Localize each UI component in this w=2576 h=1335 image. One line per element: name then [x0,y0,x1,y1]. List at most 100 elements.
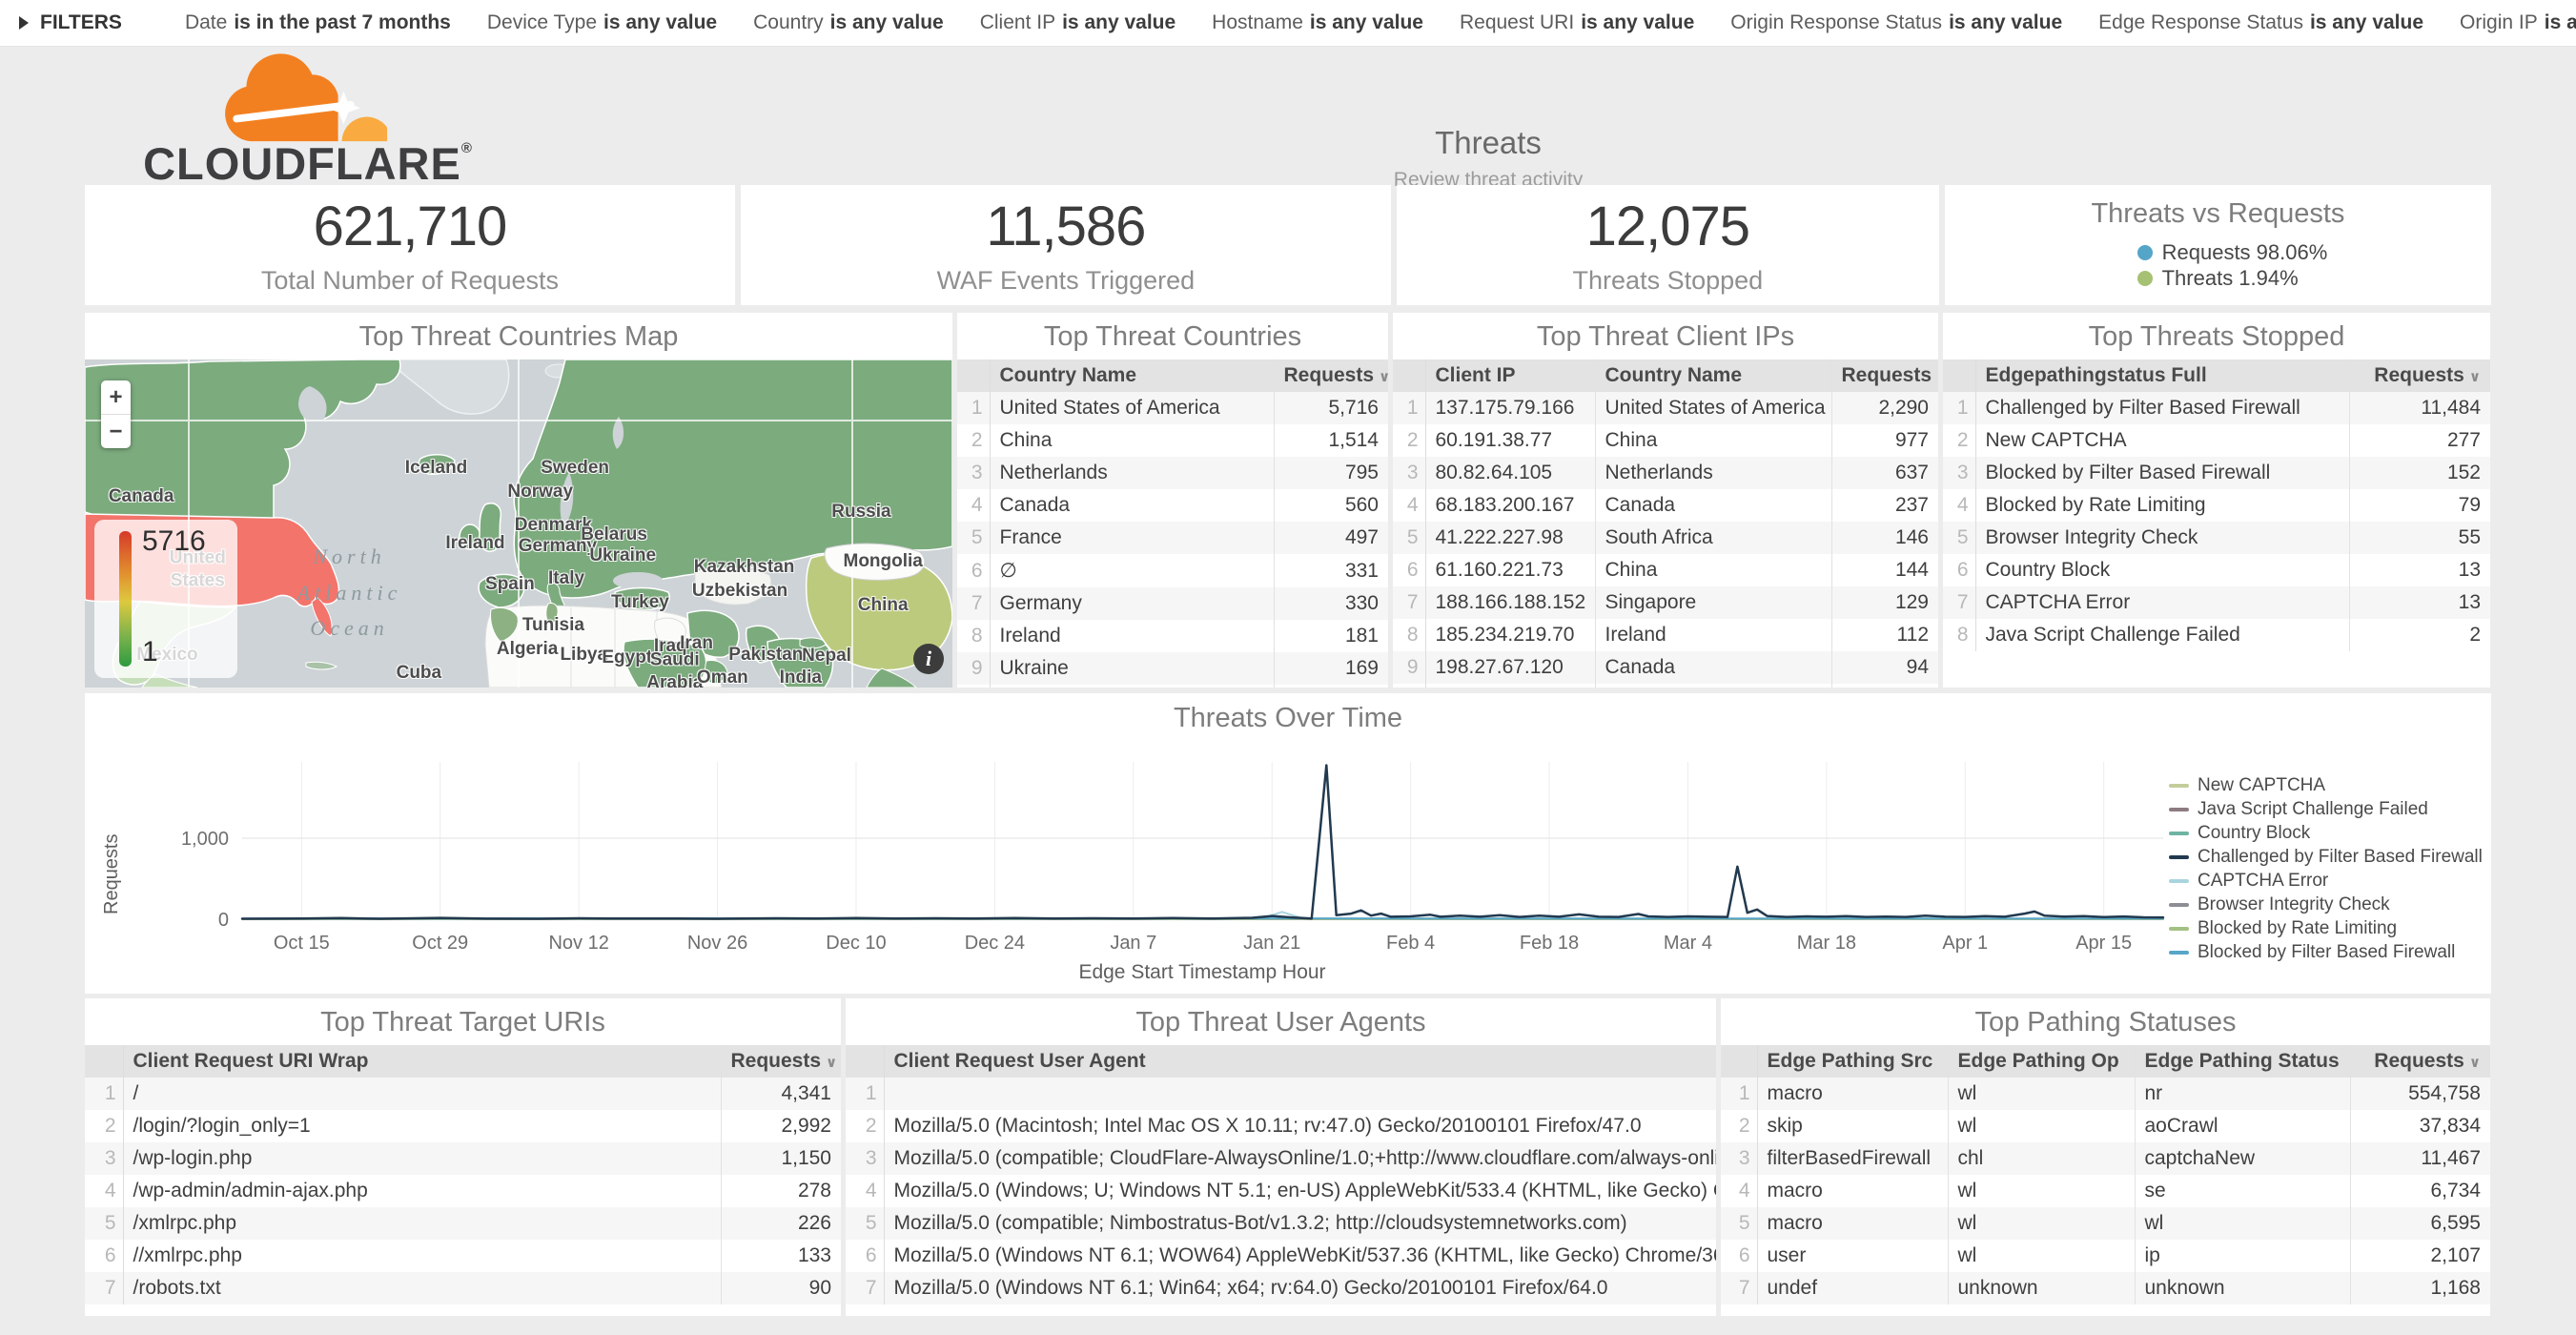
legend-item[interactable]: CAPTCHA Error [2169,869,2483,893]
legend-item-threats[interactable]: Threats 1.94% [2137,265,2328,291]
table-row[interactable]: 2/login/?login_only=12,992 [85,1110,841,1142]
filter-value: is any value [1310,11,1423,33]
column-header-edge-pathing-src[interactable]: Edge Pathing Src [1757,1045,1948,1078]
table-row[interactable]: 1061.160.247.127China88 [1393,684,1938,688]
filter-chip-device-type[interactable]: Device Typeis any value [487,11,717,34]
zoom-out-button[interactable]: − [101,415,131,448]
table-row[interactable]: 10Singapore158 [957,685,1388,688]
zoom-in-button[interactable]: + [101,380,131,415]
table-row[interactable]: 5macrowlwl6,595 [1721,1207,2490,1240]
table-row[interactable]: 468.183.200.167Canada237 [1393,489,1938,522]
table-row[interactable]: 1macrowlnr554,758 [1721,1078,2490,1110]
table-row[interactable]: 1/4,341 [85,1078,841,1110]
table-row[interactable]: 7188.166.188.152Singapore129 [1393,586,1938,619]
legend-item[interactable]: Browser Integrity Check [2169,893,2483,916]
table-row[interactable]: 4Mozilla/5.0 (Windows; U; Windows NT 5.1… [846,1175,1716,1207]
column-header-requests[interactable]: Requests∨ [1274,359,1388,392]
table-row[interactable]: 6//xmlrpc.php133 [85,1240,841,1272]
table-row[interactable]: 3Mozilla/5.0 (compatible; CloudFlare-Alw… [846,1142,1716,1175]
table-row[interactable]: 1Challenged by Filter Based Firewall11,4… [1943,392,2490,424]
table-row[interactable]: 2New CAPTCHA277 [1943,424,2490,457]
column-header-client-ip[interactable]: Client IP [1425,359,1595,392]
filter-chip-origin-ip[interactable]: Origin IPis any value [2460,11,2576,34]
table-row[interactable]: 8Java Script Challenge Failed2 [1943,619,2490,651]
legend-item[interactable]: Blocked by Rate Limiting [2169,916,2483,940]
filter-label: Client IP [980,11,1055,33]
filter-chip-request-uri[interactable]: Request URIis any value [1460,11,1694,34]
legend-item[interactable]: New CAPTCHA [2169,773,2483,797]
table-row[interactable]: 4macrowlse6,734 [1721,1175,2490,1207]
threats-over-time-card: Threats Over Time 01,000Oct 15Oct 29Nov … [85,693,2491,994]
table-row[interactable]: 7Mozilla/5.0 (Windows NT 6.1; Win64; x64… [846,1272,1716,1304]
filter-chip-country[interactable]: Countryis any value [753,11,944,34]
legend-item[interactable]: Java Script Challenge Failed [2169,797,2483,821]
table-row[interactable]: 6Mozilla/5.0 (Windows NT 6.1; WOW64) App… [846,1240,1716,1272]
table-row[interactable]: 8185.234.219.70Ireland112 [1393,619,1938,651]
filter-chip-hostname[interactable]: Hostnameis any value [1212,11,1423,34]
table-row[interactable]: 2China1,514 [957,424,1388,457]
map-info-button[interactable]: i [913,644,944,674]
table-row[interactable]: 6Country Block13 [1943,554,2490,586]
map-label: Uzbekistan [692,581,787,602]
table-row[interactable]: 4/wp-admin/admin-ajax.php278 [85,1175,841,1207]
filter-chip-client-ip[interactable]: Client IPis any value [980,11,1176,34]
table-row[interactable]: 5/xmlrpc.php226 [85,1207,841,1240]
table-row[interactable]: 661.160.221.73China144 [1393,554,1938,586]
column-header-uri[interactable]: Client Request URI Wrap [123,1045,721,1078]
table-row[interactable]: 1United States of America5,716 [957,392,1388,424]
table-row[interactable]: 8Ireland181 [957,620,1388,652]
column-header-edgepathingstatus[interactable]: Edgepathingstatus Full [1975,359,2349,392]
table-row[interactable]: 7/robots.txt90 [85,1272,841,1304]
filter-chip-date[interactable]: Dateis in the past 7 months [185,11,451,34]
legend-label: Threats 1.94% [2162,265,2299,291]
legend-item-requests[interactable]: Requests 98.06% [2137,239,2328,265]
legend-label: Requests 98.06% [2162,239,2328,265]
table-row[interactable]: 541.222.227.98South Africa146 [1393,522,1938,554]
table-row[interactable]: 1 [846,1078,1716,1110]
legend-item[interactable]: Country Block [2169,821,2483,845]
column-header-edge-pathing-op[interactable]: Edge Pathing Op [1948,1045,2135,1078]
svg-text:Feb 18: Feb 18 [1520,933,1579,954]
table-row[interactable]: 7undefunknownunknown1,168 [1721,1272,2490,1304]
threats-over-time-chart[interactable]: 01,000Oct 15Oct 29Nov 12Nov 26Dec 10Dec … [85,693,2490,994]
table-row[interactable]: 5Browser Integrity Check55 [1943,522,2490,554]
column-header-edge-pathing-status[interactable]: Edge Pathing Status [2135,1045,2350,1078]
map-label: Algeria [497,639,558,660]
table-row[interactable]: 7Germany330 [957,587,1388,620]
table-row[interactable]: 3filterBasedFirewallchlcaptchaNew11,467 [1721,1142,2490,1175]
filter-chip-origin-response-status[interactable]: Origin Response Statusis any value [1730,11,2062,34]
table-row[interactable]: 5Mozilla/5.0 (compatible; Nimbostratus-B… [846,1207,1716,1240]
table-row[interactable]: 1137.175.79.166United States of America2… [1393,392,1938,424]
column-header-requests[interactable]: Requests∨ [2350,1045,2490,1078]
world-map[interactable]: Canada United States Mexico Cuba Iceland… [85,359,952,688]
table-row[interactable]: 3Netherlands795 [957,457,1388,489]
table-row[interactable]: 5France497 [957,522,1388,554]
table-row[interactable]: 260.191.38.77China977 [1393,424,1938,457]
column-header-requests[interactable]: Requests∨ [2349,359,2490,392]
table-row[interactable]: 9198.27.67.120Canada94 [1393,651,1938,684]
column-header-requests[interactable]: Requests∨ [721,1045,841,1078]
column-header-country-name[interactable]: Country Name [1595,359,1831,392]
legend-label: Challenged by Filter Based Firewall [2198,847,2483,868]
table-row[interactable]: 9Ukraine169 [957,652,1388,685]
column-header-country-name[interactable]: Country Name [990,359,1274,392]
table-row[interactable]: 3/wp-login.php1,150 [85,1142,841,1175]
filter-chip-edge-response-status[interactable]: Edge Response Statusis any value [2098,11,2423,34]
table-row[interactable]: 7CAPTCHA Error13 [1943,586,2490,619]
column-header-user-agent[interactable]: Client Request User Agent [884,1045,1716,1078]
legend-max-value: 5716 [142,525,206,558]
table-row[interactable]: 2skipwlaoCrawl37,834 [1721,1110,2490,1142]
filters-toggle[interactable]: FILTERS [19,11,122,34]
table-row[interactable]: 4Blocked by Rate Limiting79 [1943,489,2490,522]
table-row[interactable]: 380.82.64.105Netherlands637 [1393,457,1938,489]
table-row[interactable]: 6userwlip2,107 [1721,1240,2490,1272]
legend-item[interactable]: Blocked by Filter Based Firewall [2169,940,2483,964]
legend-item[interactable]: Challenged by Filter Based Firewall [2169,845,2483,869]
table-row[interactable]: 6∅331 [957,554,1388,587]
column-header-requests[interactable]: Requests∨ [1831,359,1938,392]
table-row[interactable]: 2Mozilla/5.0 (Macintosh; Intel Mac OS X … [846,1110,1716,1142]
table-row[interactable]: 4Canada560 [957,489,1388,522]
sort-caret-icon: ∨ [2469,369,2481,385]
table-row[interactable]: 3Blocked by Filter Based Firewall152 [1943,457,2490,489]
svg-text:Mar 18: Mar 18 [1797,933,1856,954]
